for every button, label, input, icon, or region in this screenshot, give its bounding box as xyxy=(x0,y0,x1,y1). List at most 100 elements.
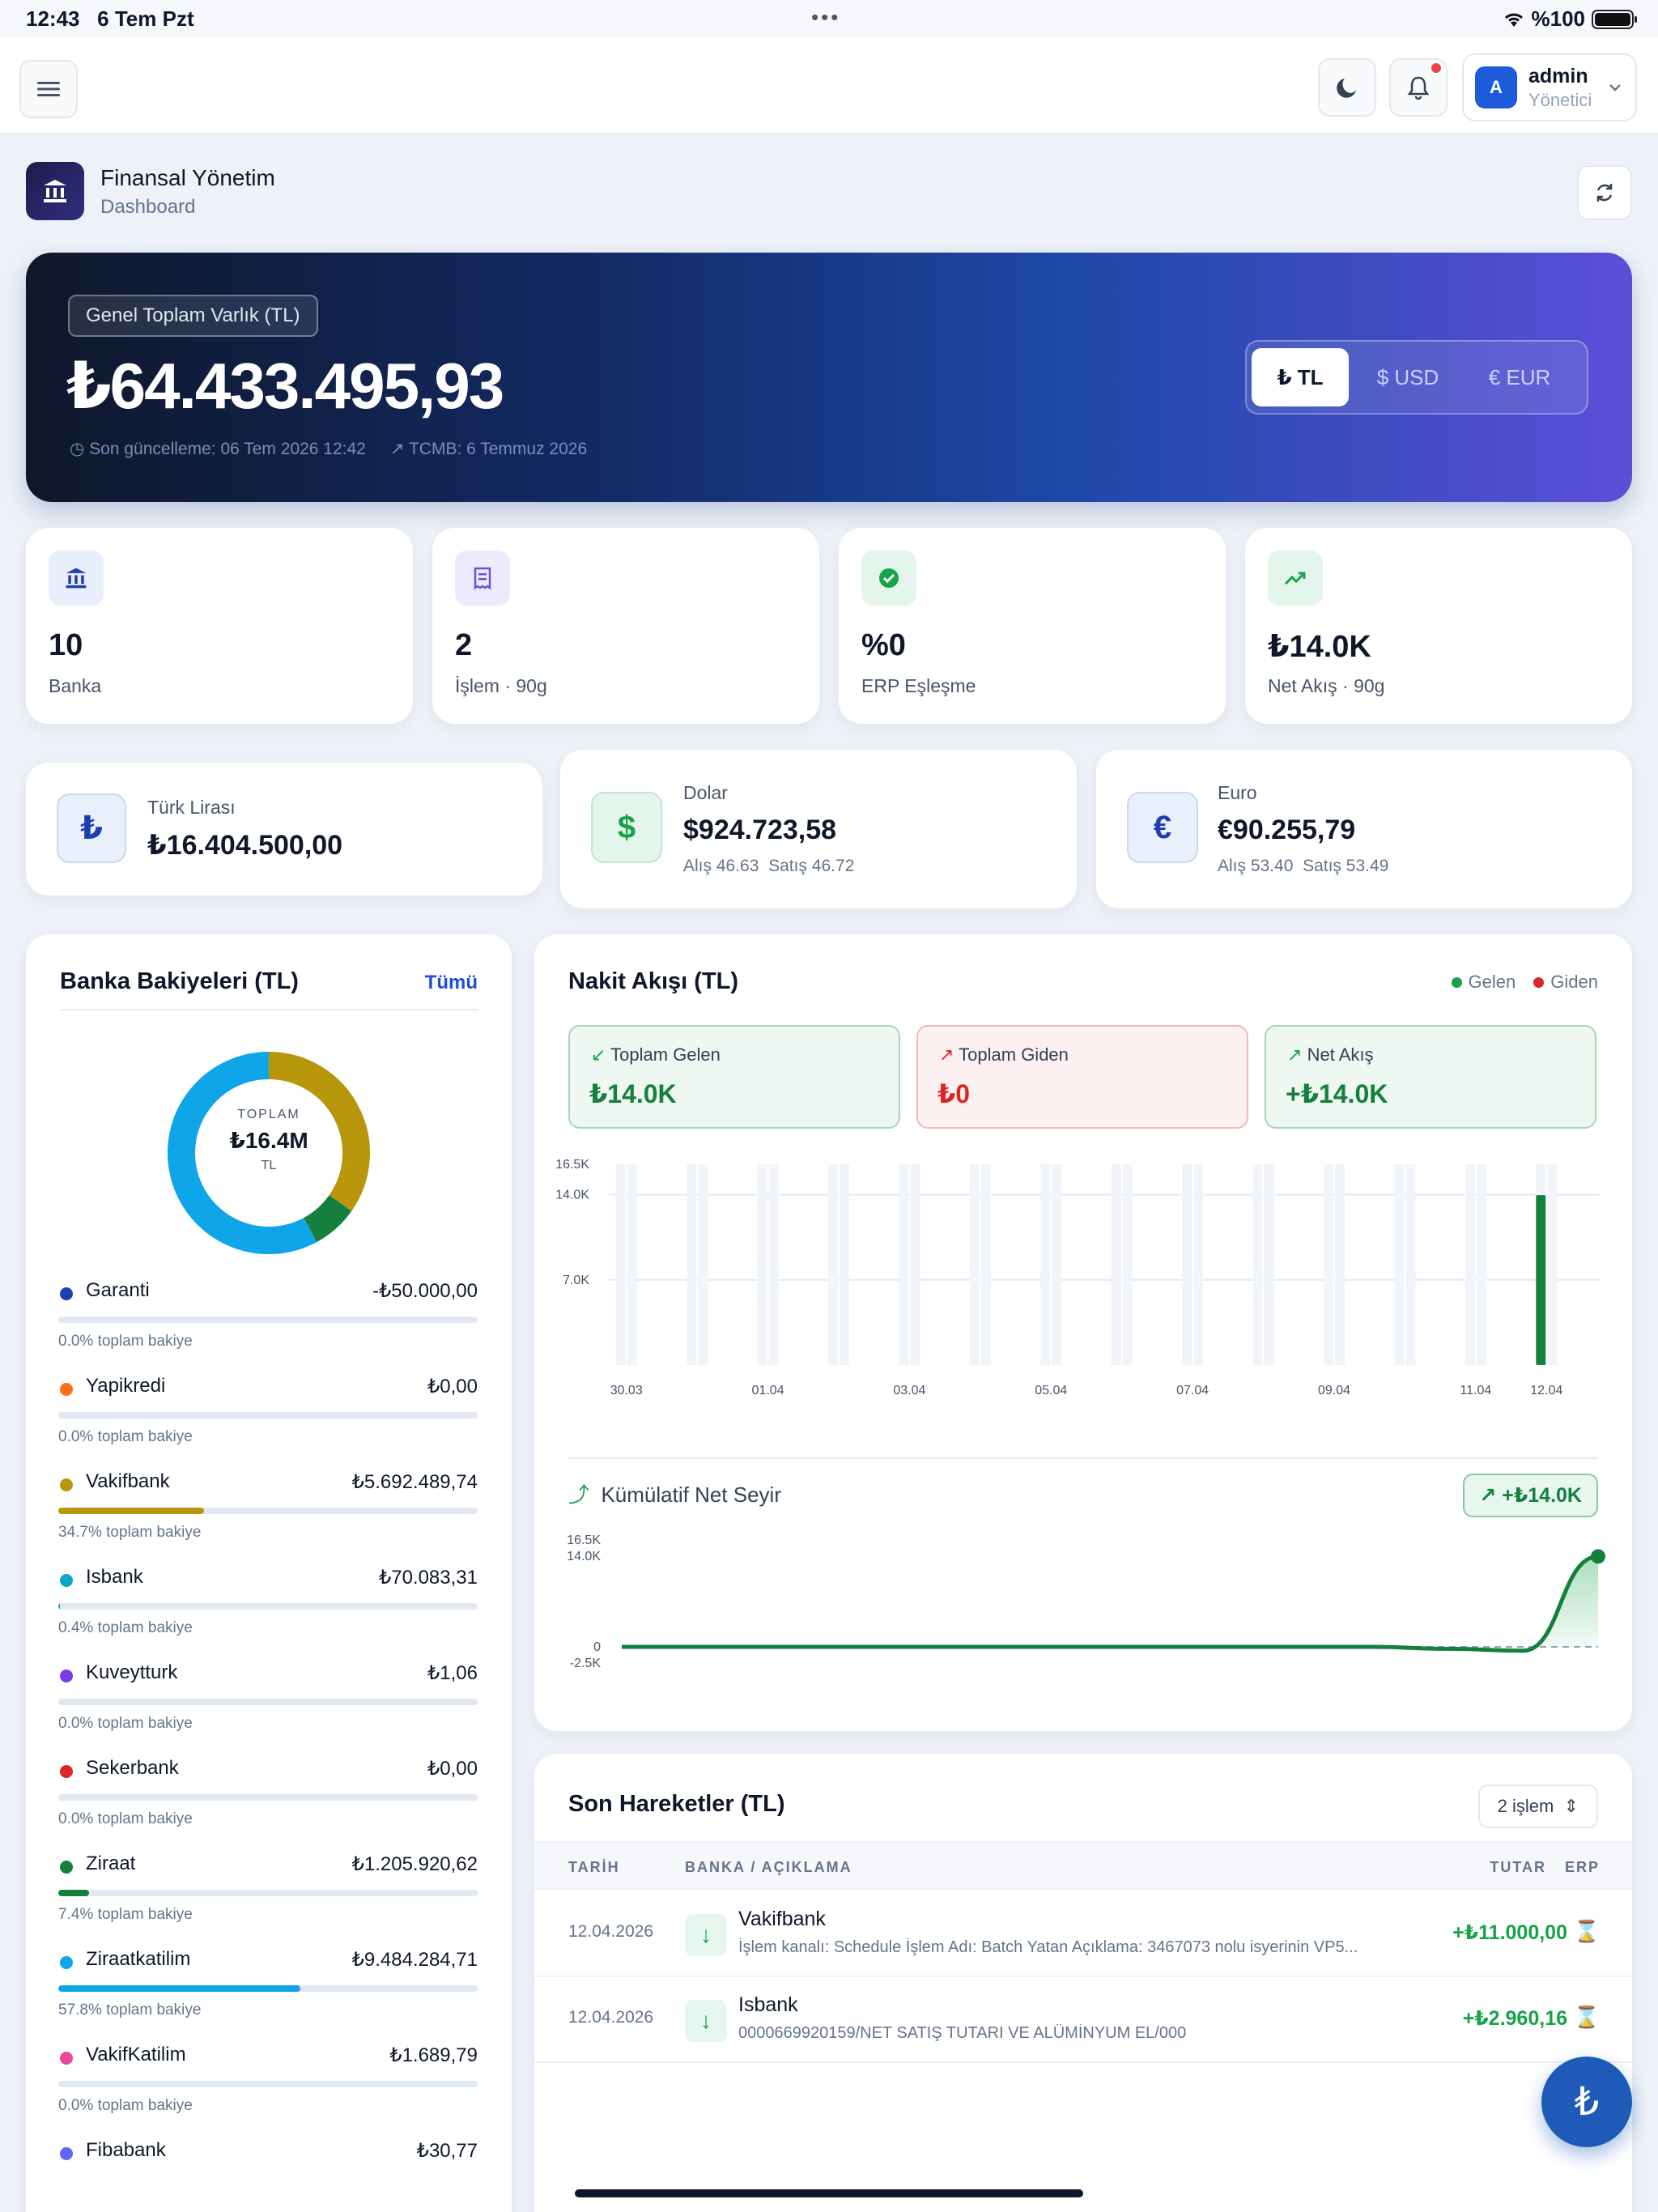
theme-toggle-button[interactable] xyxy=(1318,58,1376,117)
bar-track xyxy=(1122,1164,1133,1365)
page-subtitle: Dashboard xyxy=(100,196,196,218)
currency-usd-button[interactable]: $ USD xyxy=(1355,348,1460,406)
currency-tl-button[interactable]: ₺ TL xyxy=(1252,348,1349,406)
bank-amount: ₺5.692.489,74 xyxy=(351,1471,478,1493)
user-menu[interactable]: A admin Yönetici xyxy=(1462,53,1637,121)
bank-row[interactable]: Ziraatkatilim ₺9.484.284,71 57.8% toplam b… xyxy=(58,1948,478,2044)
currency-toggle: ₺ TL $ USD € EUR xyxy=(1245,340,1588,415)
avatar: A xyxy=(1475,66,1517,108)
currency-rates: Alış 53.40 Satış 53.49 xyxy=(1218,857,1389,875)
bank-name: Vakifbank xyxy=(86,1470,170,1492)
bank-color-dot xyxy=(60,1574,73,1587)
refresh-button[interactable] xyxy=(1577,165,1632,220)
table-row[interactable]: 12.04.2026 ↓ Isbank 0000669920159/NET SA… xyxy=(534,1977,1632,2063)
tcmb-date: ↗ TCMB: 6 Temmuz 2026 xyxy=(389,440,588,458)
status-indicators: %100 xyxy=(1503,6,1637,32)
legend-in: Gelen xyxy=(1451,972,1516,993)
bank-amount: ₺30,77 xyxy=(416,2140,478,2162)
top-navbar: A admin Yönetici xyxy=(0,37,1658,134)
bank-row[interactable]: Vakifbank ₺5.692.489,74 34.7% toplam bakiy… xyxy=(58,1470,478,1566)
bar-track xyxy=(969,1164,980,1365)
bank-name: Ziraat xyxy=(86,1853,136,1874)
bank-color-dot xyxy=(60,2052,73,2065)
x-tick-label: 12.04 xyxy=(1530,1384,1562,1397)
net-flow-value: +₺14.0K xyxy=(1286,1079,1388,1108)
battery-icon xyxy=(1592,9,1637,29)
bank-color-dot xyxy=(60,1861,73,1874)
currency-fab-button[interactable]: ₺ xyxy=(1541,2057,1632,2147)
cash-flow-title: Nakit Akışı (TL) xyxy=(568,968,739,994)
cumulative-title: ⤴ Kümülatif Net Seyir xyxy=(568,1482,781,1507)
bank-name: Fibabank xyxy=(86,2139,166,2161)
arrow-up-right-icon: ↗ xyxy=(939,1044,954,1065)
bar-track xyxy=(1394,1164,1405,1365)
bar-track xyxy=(840,1164,849,1365)
stat-card-erp[interactable]: %0 ERP Eşleşme xyxy=(839,528,1226,724)
user-role: Yönetici xyxy=(1528,89,1592,110)
notifications-button[interactable] xyxy=(1389,58,1448,117)
bank-row[interactable]: Fibabank ₺30,77 xyxy=(58,2139,478,2212)
view-all-link[interactable]: Tümü xyxy=(425,972,478,994)
bank-amount: ₺70.083,31 xyxy=(378,1567,478,1589)
donut-total: ₺16.4M xyxy=(229,1128,308,1153)
total-out-label: ↗ Toplam Giden xyxy=(939,1044,1069,1065)
bank-share-bar xyxy=(58,2081,478,2087)
currency-name: Dolar xyxy=(683,782,728,803)
stat-card-banks[interactable]: 10 Banka xyxy=(26,528,413,724)
bar-track xyxy=(1040,1164,1051,1365)
currency-card-usd[interactable]: $ Dolar $924.723,58 Alış 46.63 Satış 46.… xyxy=(560,750,1077,908)
y-tick-label: -2.5K xyxy=(570,1657,602,1670)
bank-row[interactable]: Ziraat ₺1.205.920,62 7.4% toplam bakiye xyxy=(58,1853,478,1948)
total-in-box: ↙ Toplam Gelen ₺14.0K xyxy=(568,1025,900,1129)
bank-row[interactable]: Yapikredi ₺0,00 0.0% toplam bakiye xyxy=(58,1375,478,1470)
last-updated: ◷ Son güncelleme: 06 Tem 2026 12:42 xyxy=(70,440,366,458)
bar-track xyxy=(615,1164,626,1365)
bank-row[interactable]: Isbank ₺70.083,31 0.4% toplam bakiye xyxy=(58,1566,478,1661)
stat-label: Net Akış · 90g xyxy=(1268,675,1385,696)
transaction-count-select[interactable]: 2 işlem ⇕ xyxy=(1477,1784,1598,1828)
cumulative-area xyxy=(622,1556,1598,1651)
bank-balances-title: Banka Bakiyeleri (TL) xyxy=(60,968,299,994)
bank-color-dot xyxy=(60,1670,73,1682)
y-tick-label: 16.5K xyxy=(555,1158,589,1172)
bank-row[interactable]: Kuveytturk ₺1,06 0.0% toplam bakiye xyxy=(58,1661,478,1757)
stat-card-net-flow[interactable]: ₺14.0K Net Akış · 90g xyxy=(1245,528,1632,724)
bar-track xyxy=(757,1164,767,1365)
tx-amount: +₺11.000,00 xyxy=(1452,1921,1567,1944)
stat-card-transactions[interactable]: 2 İşlem · 90g xyxy=(432,528,819,724)
bank-row[interactable]: Sekerbank ₺0,00 0.0% toplam bakiye xyxy=(58,1757,478,1853)
home-indicator[interactable] xyxy=(575,2189,1083,2197)
cash-flow-bar-chart: 16.5K 14.0K 7.0K 30.03 01.04 03.04 05.04 07.04 0… xyxy=(555,1158,1600,1397)
table-row[interactable]: 12.04.2026 ↓ Vakifbank İşlem kanalı: Sch… xyxy=(534,1891,1632,1977)
currency-card-eur[interactable]: € Euro €90.255,79 Alış 53.40 Satış 53.49 xyxy=(1096,750,1632,908)
menu-button[interactable] xyxy=(19,60,78,118)
bank-share-bar xyxy=(58,1412,478,1419)
bank-amount: ₺9.484.284,71 xyxy=(351,1949,478,1971)
bar-track xyxy=(1476,1164,1486,1365)
multitask-dots[interactable]: ••• xyxy=(811,5,840,30)
stat-label: ERP Eşleşme xyxy=(861,675,976,696)
dollar-icon: $ xyxy=(591,792,662,863)
trend-up-icon: ↗ xyxy=(1287,1044,1303,1065)
bank-share-label: 34.7% toplam bakiye xyxy=(58,1524,202,1541)
bank-share-bar xyxy=(58,1508,478,1514)
tx-description: 0000669920159/NET SATIŞ TUTARI VE ALÜMİN… xyxy=(738,2024,1187,2042)
donut-caption: TOPLAM xyxy=(237,1108,300,1121)
bank-icon xyxy=(44,180,66,202)
trend-up-icon xyxy=(1268,551,1323,606)
total-in-value: ₺14.0K xyxy=(589,1079,677,1108)
table-header: TARİH BANKA / AÇIKLAMA TUTAR ERP xyxy=(534,1841,1632,1890)
currency-eur-button[interactable]: € EUR xyxy=(1467,348,1572,406)
bank-name: Sekerbank xyxy=(86,1757,179,1779)
currency-card-try[interactable]: ₺ Türk Lirası ₺16.404.500,00 xyxy=(26,763,542,895)
x-tick-label: 01.04 xyxy=(752,1384,784,1397)
x-tick-label: 05.04 xyxy=(1035,1384,1067,1397)
bank-row[interactable]: Garanti -₺50.000,00 0.0% toplam bakiye xyxy=(58,1279,478,1375)
bar-track xyxy=(910,1164,920,1365)
stat-label: İşlem · 90g xyxy=(455,675,547,696)
verified-icon xyxy=(861,551,916,606)
column-erp: ERP xyxy=(1564,1859,1600,1875)
bank-row[interactable]: VakifKatilim ₺1.689,79 0.0% toplam bakiye xyxy=(58,2044,478,2139)
y-tick-label: 14.0K xyxy=(555,1189,589,1202)
column-amount: TUTAR xyxy=(1490,1859,1546,1875)
